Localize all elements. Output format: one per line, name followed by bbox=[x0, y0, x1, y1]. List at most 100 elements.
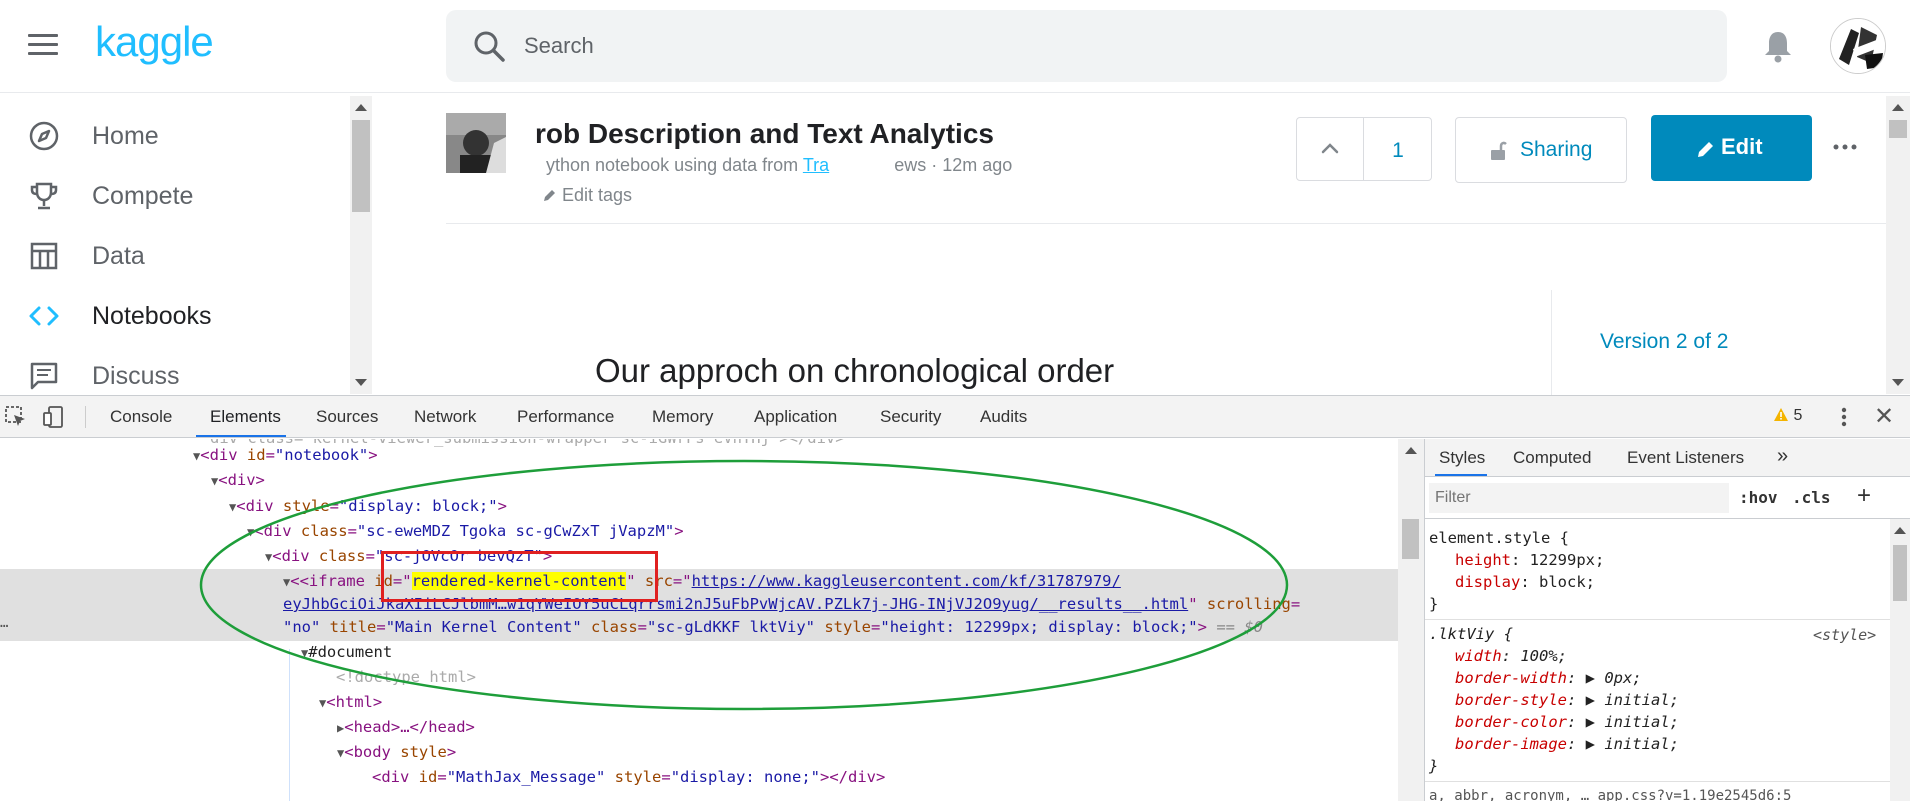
code-icon bbox=[29, 306, 59, 326]
notebook-subtitle-prefix: ython notebook using data from bbox=[546, 155, 799, 175]
node-actions-ellipsis-icon[interactable]: … bbox=[0, 615, 8, 631]
elements-scrollbar[interactable] bbox=[1398, 439, 1424, 801]
rule-separator bbox=[1425, 781, 1890, 782]
tab-security[interactable]: Security bbox=[880, 407, 941, 427]
class-toggle[interactable]: .cls bbox=[1792, 488, 1831, 507]
dataset-link[interactable]: Tra bbox=[803, 155, 829, 175]
edit-tags-label: Edit tags bbox=[562, 185, 633, 205]
styles-filter-row: :hov .cls + bbox=[1425, 477, 1910, 519]
sharing-button[interactable]: Sharing bbox=[1455, 117, 1627, 183]
edit-button[interactable]: Edit bbox=[1651, 115, 1812, 181]
nav-item-notebooks[interactable]: Notebooks bbox=[0, 286, 350, 346]
warning-icon bbox=[1774, 408, 1788, 421]
kaggle-header: kaggle bbox=[0, 0, 1910, 93]
dom-node-head[interactable]: ▶<head>…</head> bbox=[337, 716, 475, 739]
nav-label-notebooks: Notebooks bbox=[92, 302, 212, 330]
sharing-label: Sharing bbox=[1520, 138, 1593, 161]
notification-bell-icon[interactable] bbox=[1760, 28, 1796, 64]
active-styles-tab-indicator bbox=[1435, 474, 1487, 476]
dom-node-body[interactable]: ▼<body style> bbox=[337, 741, 456, 764]
tab-audits[interactable]: Audits bbox=[980, 407, 1027, 427]
compass-icon bbox=[29, 121, 59, 151]
green-annotation-ellipse bbox=[199, 459, 1289, 711]
tab-application[interactable]: Application bbox=[754, 407, 837, 427]
main-scrollbar[interactable] bbox=[1886, 96, 1910, 394]
table-icon bbox=[30, 242, 58, 270]
nav-item-compete[interactable]: Compete bbox=[0, 166, 350, 226]
styles-pane: Styles Computed Event Listeners » :hov .… bbox=[1425, 439, 1910, 801]
devtools-toolbar: Console Elements Sources Network Perform… bbox=[0, 396, 1910, 438]
unlock-icon bbox=[1491, 141, 1507, 160]
tab-elements[interactable]: Elements bbox=[210, 407, 281, 427]
edit-label: Edit bbox=[1721, 134, 1763, 159]
close-devtools-icon[interactable]: ✕ bbox=[1874, 404, 1896, 430]
next-style-rule-partial[interactable]: a, abbr, acronym, … app.css?v=1.19e2545d… bbox=[1429, 785, 1791, 801]
tab-performance[interactable]: Performance bbox=[517, 407, 614, 427]
nav-item-home[interactable]: Home bbox=[0, 106, 350, 166]
toolbar-separator bbox=[85, 406, 86, 428]
warning-count: 5 bbox=[1793, 407, 1803, 424]
scroll-up-arrow-icon[interactable] bbox=[1892, 104, 1904, 111]
scroll-down-arrow-icon[interactable] bbox=[1892, 379, 1904, 386]
notebook-subtitle: ython notebook using data from Tra ews ·… bbox=[546, 155, 1012, 176]
upvote-button[interactable] bbox=[1297, 118, 1363, 180]
scroll-up-arrow-icon[interactable] bbox=[1894, 527, 1906, 534]
styles-tabs: Styles Computed Event Listeners » bbox=[1425, 439, 1910, 477]
tab-console[interactable]: Console bbox=[110, 407, 172, 427]
inspect-element-icon[interactable] bbox=[4, 405, 28, 429]
scroll-up-arrow-icon[interactable] bbox=[1405, 447, 1417, 454]
pencil-icon bbox=[1698, 142, 1713, 157]
main-scrollbar-thumb[interactable] bbox=[1889, 120, 1907, 138]
element-style-rule[interactable]: element.style { height: 12299px; display… bbox=[1429, 527, 1604, 615]
tab-memory[interactable]: Memory bbox=[652, 407, 713, 427]
chevron-up-icon bbox=[1321, 143, 1339, 154]
more-tabs-chevron-icon[interactable]: » bbox=[1777, 445, 1788, 468]
hamburger-menu-icon[interactable] bbox=[28, 34, 58, 58]
notebook-title: rob Description and Text Analytics bbox=[535, 118, 994, 149]
nav-label-compete: Compete bbox=[92, 182, 194, 210]
nav-scrollbar-thumb[interactable] bbox=[352, 120, 370, 212]
active-tab-indicator bbox=[196, 435, 286, 437]
nav-item-discuss[interactable]: Discuss bbox=[0, 346, 350, 394]
version-panel-divider bbox=[1551, 290, 1552, 395]
hover-state-toggle[interactable]: :hov bbox=[1739, 488, 1778, 507]
version-link[interactable]: Version 2 of 2 bbox=[1600, 330, 1728, 354]
tab-event-listeners[interactable]: Event Listeners bbox=[1627, 448, 1744, 468]
pencil-icon bbox=[544, 190, 555, 201]
trophy-icon bbox=[30, 182, 58, 210]
new-style-rule-icon[interactable]: + bbox=[1857, 482, 1871, 510]
scroll-up-arrow-icon[interactable] bbox=[355, 104, 367, 111]
kaggle-logo[interactable]: kaggle bbox=[95, 18, 214, 66]
nav-label-home: Home bbox=[92, 122, 159, 150]
scroll-down-arrow-icon[interactable] bbox=[355, 379, 367, 386]
chat-icon bbox=[30, 362, 58, 390]
tab-styles[interactable]: Styles bbox=[1439, 448, 1485, 468]
nav-scrollbar[interactable] bbox=[350, 96, 372, 394]
style-source-link[interactable]: <style> bbox=[1813, 626, 1876, 644]
styles-scrollbar-thumb[interactable] bbox=[1893, 545, 1907, 601]
devtools-menu-icon[interactable] bbox=[1838, 404, 1850, 430]
device-toolbar-icon[interactable] bbox=[42, 405, 66, 429]
notebook-subtitle-suffix: ews · 12m ago bbox=[894, 155, 1013, 175]
dom-node-mathjax[interactable]: <div id="MathJax_Message" style="display… bbox=[372, 766, 885, 788]
tab-computed[interactable]: Computed bbox=[1513, 448, 1591, 468]
tab-sources[interactable]: Sources bbox=[316, 407, 378, 427]
nav-label-data: Data bbox=[92, 242, 145, 270]
edit-tags-link[interactable]: Edit tags bbox=[542, 185, 632, 206]
elements-scrollbar-thumb[interactable] bbox=[1402, 519, 1419, 559]
styles-scrollbar[interactable] bbox=[1890, 519, 1910, 801]
lktviy-style-rule[interactable]: .lktViy { width: 100%; border-width: ▶ 0… bbox=[1429, 623, 1679, 777]
styles-filter-input[interactable] bbox=[1429, 483, 1729, 513]
tab-network[interactable]: Network bbox=[414, 407, 476, 427]
search-input[interactable] bbox=[524, 26, 1674, 66]
more-options-icon[interactable] bbox=[1832, 140, 1858, 162]
notebook-author-thumbnail[interactable] bbox=[446, 113, 506, 173]
red-annotation-box bbox=[381, 551, 658, 602]
rule-separator bbox=[1425, 619, 1890, 620]
warnings-indicator[interactable]: 5 bbox=[1773, 407, 1802, 425]
user-avatar[interactable] bbox=[1830, 18, 1886, 74]
vote-count[interactable]: 1 bbox=[1364, 139, 1432, 163]
search-icon bbox=[474, 31, 505, 62]
nav-item-data[interactable]: Data bbox=[0, 226, 350, 286]
nav-label-discuss: Discuss bbox=[92, 362, 180, 390]
